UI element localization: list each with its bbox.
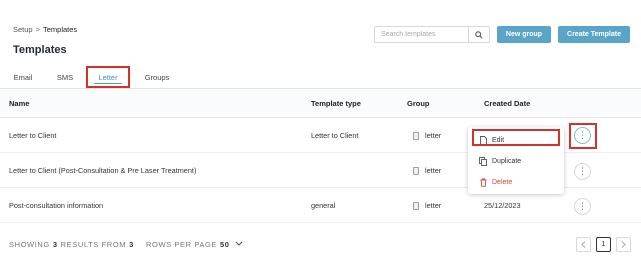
showing-label: SHOWING: [9, 239, 50, 249]
header-name[interactable]: Name: [9, 89, 29, 118]
results-label: RESULTS FROM: [60, 239, 127, 249]
menu-item-duplicate-label: Duplicate: [492, 157, 522, 165]
tab-sms[interactable]: SMS: [56, 66, 74, 88]
page-1-button[interactable]: 1: [596, 237, 611, 252]
results-summary: SHOWING 3 RESULTS FROM 3: [9, 233, 137, 255]
row-group: letter: [413, 188, 441, 223]
next-page-button[interactable]: [616, 237, 631, 252]
file-icon: [413, 201, 419, 210]
row-group-label: letter: [425, 131, 442, 140]
chevron-right-icon: [621, 241, 626, 248]
row-actions-button[interactable]: ⋮: [574, 198, 591, 215]
more-vertical-icon: ⋮: [578, 166, 587, 176]
row-group: letter: [413, 153, 441, 188]
tab-email[interactable]: Email: [13, 66, 33, 88]
duplicate-icon: [479, 156, 487, 166]
edit-highlight-box: [472, 129, 560, 146]
rows-per-page-label: ROWS PER PAGE: [146, 239, 218, 249]
total-count: 3: [129, 239, 134, 249]
trash-icon: [479, 177, 487, 187]
breadcrumb-setup[interactable]: Setup: [13, 25, 33, 34]
prev-page-button[interactable]: [576, 237, 591, 252]
row-name: Post-consultation information: [9, 201, 104, 210]
tab-groups[interactable]: Groups: [143, 66, 171, 88]
row-group: letter: [413, 118, 441, 153]
header-type[interactable]: Template type: [311, 89, 361, 118]
breadcrumb-current: Templates: [43, 25, 78, 34]
row-name: Letter to Client: [9, 131, 57, 140]
create-template-button[interactable]: Create Template: [558, 26, 630, 43]
search-button[interactable]: [468, 27, 489, 42]
more-vertical-icon: ⋮: [578, 201, 587, 211]
template-tabs: Email SMS Letter Groups: [0, 66, 641, 88]
search-box: [374, 26, 490, 43]
rows-per-page[interactable]: ROWS PER PAGE 50: [146, 233, 243, 255]
page-title: Templates: [13, 44, 67, 56]
rows-per-page-value: 50: [220, 239, 230, 249]
row-name: Letter to Client (Post-Consultation & Pr…: [9, 166, 197, 175]
breadcrumb: Setup > Templates: [13, 25, 77, 34]
table-header: Name Template type Group Created Date: [0, 89, 641, 118]
row-type: general: [311, 201, 336, 210]
row-group-label: letter: [425, 166, 442, 175]
file-icon: [413, 166, 419, 175]
chevron-down-icon: [235, 241, 242, 246]
tab-letter[interactable]: Letter: [86, 66, 130, 88]
table-footer: SHOWING 3 RESULTS FROM 3 ROWS PER PAGE 50: [0, 233, 641, 255]
menu-item-delete[interactable]: Delete: [468, 173, 564, 191]
row-actions-button[interactable]: ⋮: [574, 163, 591, 180]
new-group-button[interactable]: New group: [497, 26, 551, 43]
shown-count: 3: [52, 239, 58, 249]
chevron-left-icon: [581, 241, 586, 248]
breadcrumb-separator: >: [35, 25, 40, 34]
menu-item-delete-label: Delete: [492, 178, 513, 186]
actions-highlight-box: [569, 123, 597, 149]
file-icon: [413, 131, 419, 140]
search-input[interactable]: [375, 27, 468, 42]
search-icon: [475, 30, 483, 39]
header-created[interactable]: Created Date: [484, 89, 530, 118]
row-type: Letter to Client: [311, 131, 359, 140]
header-group[interactable]: Group: [407, 89, 430, 118]
row-group-label: letter: [425, 201, 442, 210]
menu-item-duplicate[interactable]: Duplicate: [468, 152, 564, 170]
